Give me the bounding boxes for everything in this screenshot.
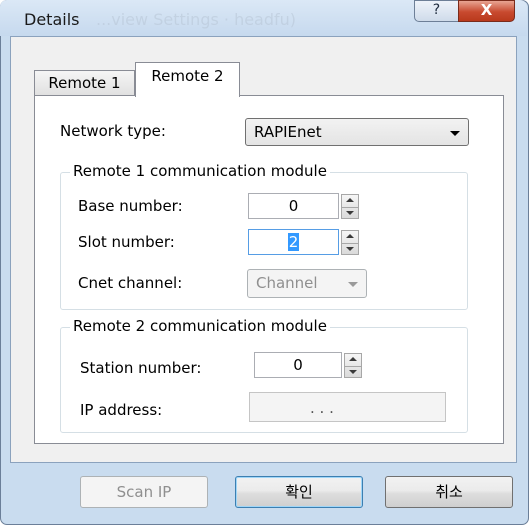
network-type-select[interactable]: RAPIEnet bbox=[245, 118, 469, 146]
arrow-up-icon bbox=[346, 234, 354, 238]
cnet-channel-select[interactable]: Channel bbox=[247, 269, 367, 298]
cnet-channel-value: Channel bbox=[256, 274, 318, 292]
base-number-value: 0 bbox=[288, 197, 299, 215]
remote-2-group-title: Remote 2 communication module bbox=[70, 317, 330, 335]
tab-remote-2[interactable]: Remote 2 bbox=[135, 62, 240, 97]
network-type-value: RAPIEnet bbox=[254, 123, 322, 141]
cancel-button[interactable]: 취소 bbox=[385, 476, 513, 508]
base-number-label: Base number: bbox=[78, 197, 183, 215]
tab-label: Remote 2 bbox=[151, 67, 224, 85]
title-bar[interactable]: Details ...view Settings · headfu) ? X bbox=[0, 0, 527, 36]
base-number-spinner[interactable] bbox=[341, 194, 359, 219]
station-number-value: 0 bbox=[293, 356, 303, 374]
tab-remote-1[interactable]: Remote 1 bbox=[34, 70, 135, 96]
station-number-spinner[interactable] bbox=[344, 353, 362, 378]
slot-number-label: Slot number: bbox=[78, 233, 175, 251]
chevron-down-icon bbox=[348, 282, 358, 287]
arrow-up-icon bbox=[349, 357, 357, 361]
remote-1-group-title: Remote 1 communication module bbox=[70, 162, 330, 180]
slot-number-value: 2 bbox=[287, 233, 300, 251]
scan-ip-button[interactable]: Scan IP bbox=[80, 476, 208, 508]
chevron-down-icon bbox=[450, 131, 460, 136]
base-number-field[interactable]: 0 bbox=[248, 193, 339, 219]
network-type-label: Network type: bbox=[60, 122, 166, 140]
ip-address-label: IP address: bbox=[80, 401, 163, 419]
background-window-title: ...view Settings · headfu) bbox=[96, 10, 297, 29]
close-button[interactable]: X bbox=[458, 0, 515, 22]
tab-label: Remote 1 bbox=[48, 74, 121, 92]
ok-button[interactable]: 확인 bbox=[235, 476, 363, 508]
arrow-down-icon bbox=[346, 247, 354, 251]
ip-address-field[interactable]: . . . bbox=[249, 392, 446, 422]
question-mark-icon: ? bbox=[432, 2, 441, 18]
ip-address-value: . . . bbox=[310, 399, 334, 417]
help-button[interactable]: ? bbox=[414, 0, 459, 22]
station-number-field[interactable]: 0 bbox=[254, 352, 342, 378]
slot-number-field[interactable]: 2 bbox=[248, 229, 339, 255]
arrow-down-icon bbox=[346, 211, 354, 215]
close-icon: X bbox=[480, 1, 493, 19]
station-number-label: Station number: bbox=[80, 359, 202, 377]
arrow-down-icon bbox=[349, 370, 357, 374]
window-title: Details bbox=[24, 10, 80, 29]
cnet-channel-label: Cnet channel: bbox=[78, 274, 183, 292]
slot-number-spinner[interactable] bbox=[341, 230, 359, 255]
arrow-up-icon bbox=[346, 198, 354, 202]
